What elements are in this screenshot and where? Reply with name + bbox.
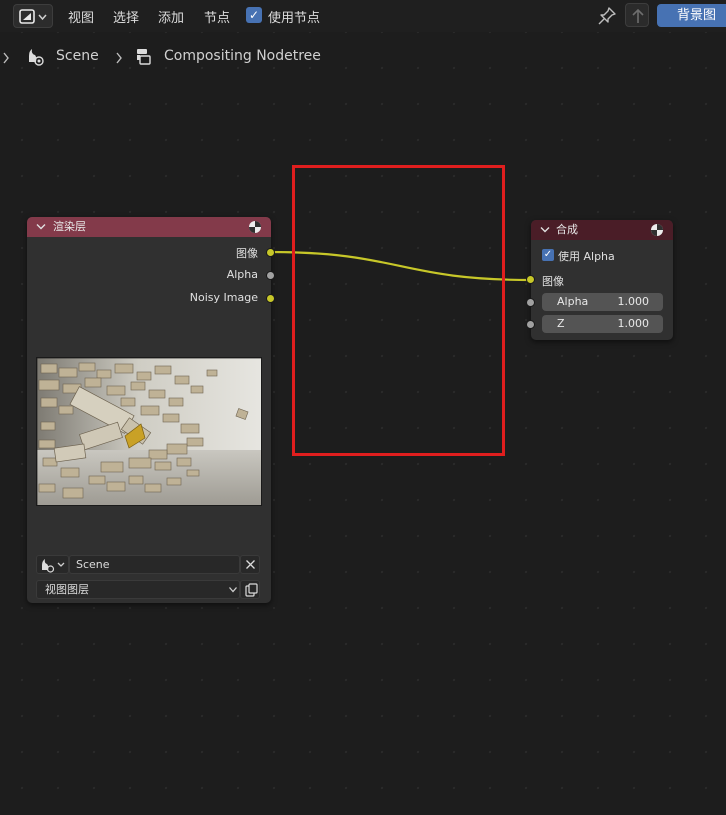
render-layers-node-title: 渲染层 (53, 220, 86, 233)
output-alpha-label: Alpha (226, 268, 258, 281)
input-alpha-socket[interactable] (526, 298, 535, 307)
render-layers-node-header[interactable]: 渲染层 (27, 217, 271, 237)
view-layer-value: 视图图层 (45, 583, 89, 596)
clear-scene-button[interactable] (240, 555, 260, 574)
render-layers-node[interactable]: 渲染层 图像 Alpha Noisy Image Scene 视图图层 (27, 217, 271, 603)
output-image-label: 图像 (236, 247, 258, 260)
z-field-value: 1.000 (617, 317, 650, 330)
z-field-label: Z (557, 317, 565, 330)
chevron-down-icon[interactable] (540, 226, 550, 234)
input-z-socket[interactable] (526, 320, 535, 329)
use-alpha-label: 使用 Alpha (558, 250, 615, 263)
highlight-box (292, 165, 505, 456)
output-noisy-image-socket[interactable] (266, 294, 275, 303)
scene-icon (42, 559, 65, 573)
render-preview-icon (249, 221, 261, 233)
output-alpha-socket[interactable] (266, 271, 275, 280)
z-value-field[interactable]: Z 1.000 (542, 315, 663, 333)
composite-node-header[interactable]: 合成 (531, 220, 673, 240)
alpha-value-field[interactable]: Alpha 1.000 (542, 293, 663, 311)
scene-selector-button[interactable] (36, 555, 69, 574)
close-icon (246, 560, 255, 569)
view-layer-dropdown[interactable]: 视图图层 (36, 580, 240, 599)
input-image-label: 图像 (542, 275, 564, 288)
chevron-down-icon[interactable] (36, 223, 46, 231)
use-alpha-checkbox[interactable]: ✓ (542, 249, 554, 261)
render-preview-image (36, 357, 262, 506)
clipboard-icon (245, 583, 258, 597)
chevron-down-icon (229, 587, 237, 593)
composite-node-title: 合成 (556, 223, 578, 236)
alpha-field-label: Alpha (557, 295, 589, 308)
render-preview-icon (651, 224, 663, 236)
output-noisy-image-label: Noisy Image (189, 291, 258, 304)
composite-node[interactable]: 合成 ✓ 使用 Alpha 图像 Alpha 1.000 Z 1.000 (531, 220, 673, 340)
alpha-field-value: 1.000 (617, 295, 650, 308)
output-image-socket[interactable] (266, 248, 275, 257)
copy-view-layer-button[interactable] (240, 580, 260, 599)
scene-name-field[interactable]: Scene (69, 555, 240, 574)
input-image-socket[interactable] (526, 275, 535, 284)
